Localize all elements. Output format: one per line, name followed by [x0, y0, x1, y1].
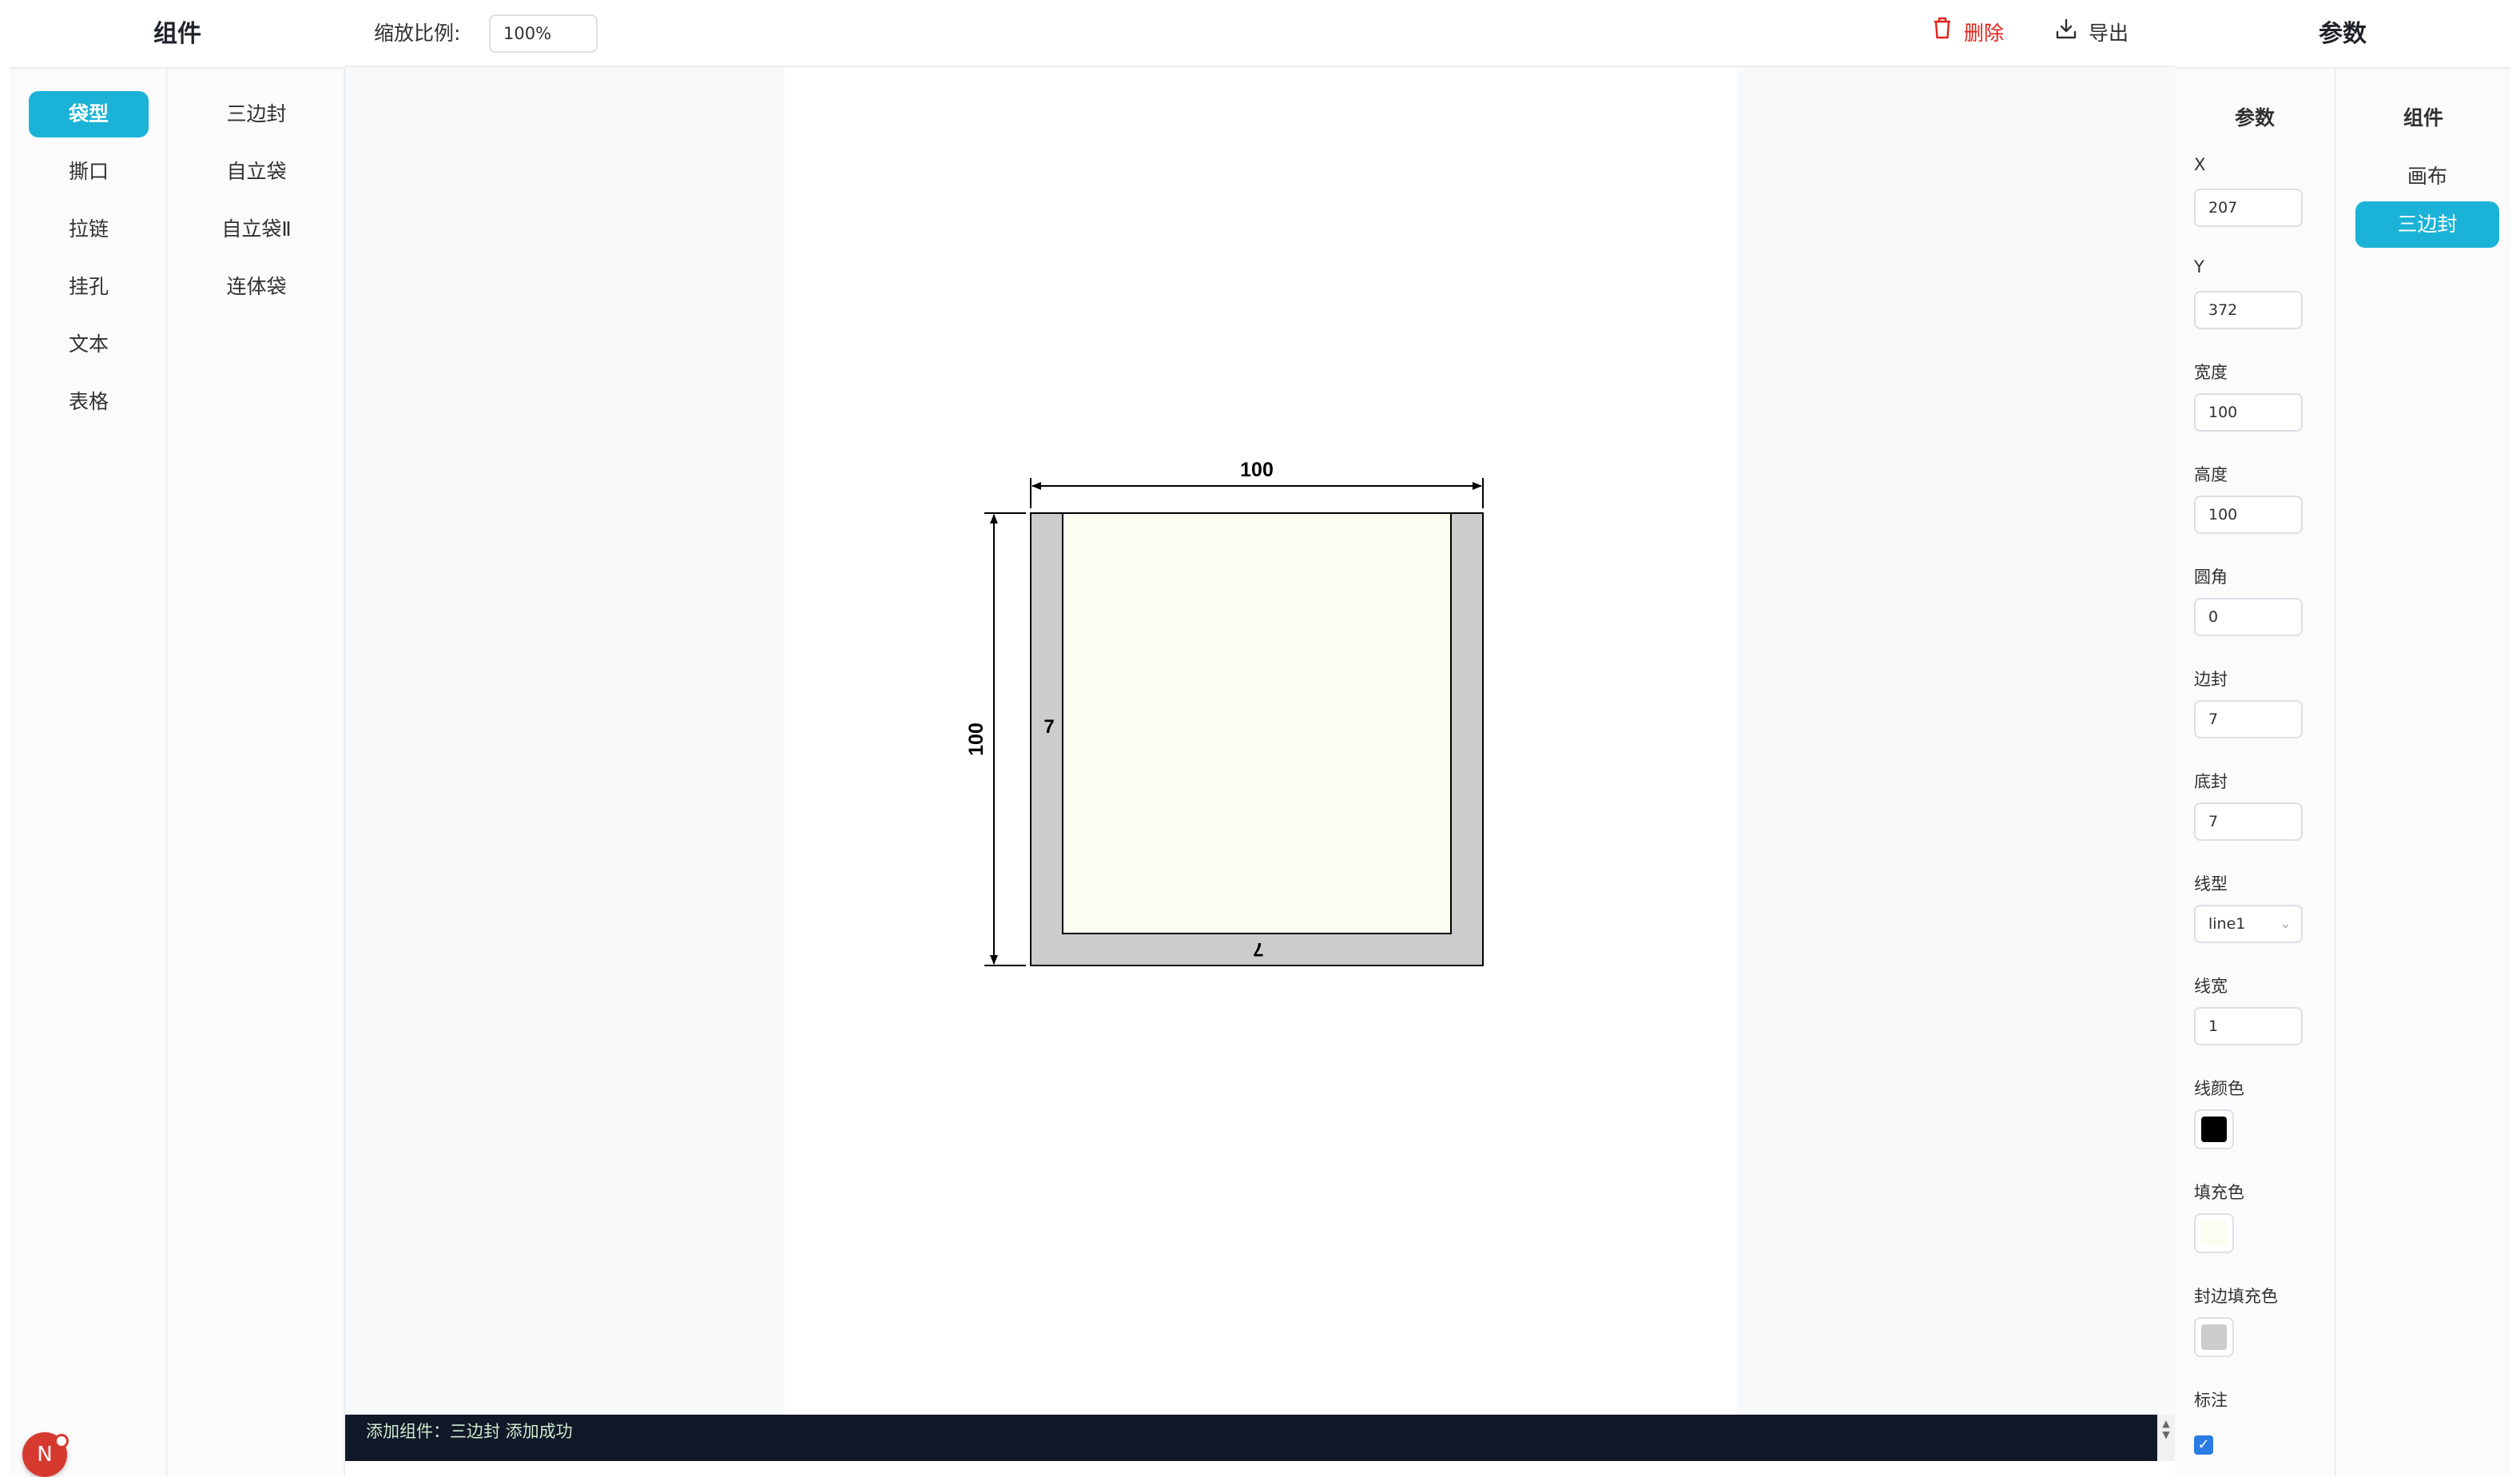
category-tear-notch[interactable]: 撕口 — [29, 149, 149, 195]
fill-color-picker[interactable] — [2194, 1213, 2234, 1253]
height-label: 高度 — [2194, 465, 2228, 484]
width-label: 宽度 — [2194, 363, 2228, 382]
x-input[interactable] — [2194, 189, 2303, 227]
bottom-seal-label: 底封 — [2194, 772, 2228, 791]
line-width-label: 线宽 — [2194, 977, 2228, 996]
component-three-side-seal[interactable]: 三边封 — [2355, 201, 2499, 248]
zoom-label: 缩放比例: — [374, 22, 461, 45]
parameter-column: 参数 X Y 宽度 高度 圆角 边封 底封 线型 line1 ⌄ 线宽 线颜色 … — [2175, 69, 2336, 1476]
side-seal-label: 边封 — [2194, 670, 2228, 689]
toolbar: 缩放比例: 删除 导出 — [345, 0, 2175, 67]
width-dimension-label: 100 — [1240, 459, 1274, 481]
height-dimension-label: 100 — [965, 723, 988, 756]
line-color-label: 线颜色 — [2194, 1079, 2244, 1098]
side-seal-label: 7 — [1043, 716, 1054, 738]
export-button[interactable]: 导出 — [2055, 14, 2128, 53]
category-hang-hole[interactable]: 挂孔 — [29, 264, 149, 310]
height-input[interactable] — [2194, 496, 2303, 534]
bag-connected-pouch[interactable]: 连体袋 — [168, 264, 345, 310]
three-side-seal-drawing[interactable]: 100 100 7 7 — [785, 67, 1737, 1415]
width-input[interactable] — [2194, 393, 2303, 432]
line-color-swatch — [2201, 1117, 2227, 1142]
bag-three-side-seal[interactable]: 三边封 — [168, 91, 345, 137]
category-text[interactable]: 文本 — [29, 321, 149, 368]
corner-radius-input[interactable] — [2194, 598, 2303, 636]
annotation-label: 标注 — [2194, 1391, 2228, 1410]
seal-fill-color-picker[interactable] — [2194, 1317, 2234, 1357]
console-scrollbar[interactable]: ▲ ▼ — [2157, 1415, 2175, 1461]
component-panel-title: 组件 — [10, 0, 345, 69]
corner-radius-label: 圆角 — [2194, 567, 2228, 587]
bottom-seal-input[interactable] — [2194, 802, 2303, 841]
line-width-input[interactable] — [2194, 1007, 2303, 1045]
notification-dot — [54, 1434, 69, 1448]
bottom-seal-label: 7 — [1253, 938, 1263, 960]
line-color-picker[interactable] — [2194, 1109, 2234, 1149]
component-tree-header: 组件 — [2403, 106, 2443, 129]
component-tree-column: 组件 画布 三边封 — [2336, 69, 2510, 1476]
parameter-panel-title: 参数 — [2175, 0, 2510, 69]
category-list: 袋型 撕口 拉链 挂孔 文本 表格 — [10, 69, 168, 1476]
y-label: Y — [2194, 257, 2204, 277]
bag-stand-up-pouch[interactable]: 自立袋 — [168, 149, 345, 195]
annotation-checkbox[interactable]: ✓ — [2194, 1435, 2213, 1455]
canvas-area[interactable]: 100 100 7 7 — [345, 67, 2175, 1415]
category-table[interactable]: 表格 — [29, 379, 149, 425]
delete-label: 删除 — [1964, 22, 2005, 45]
seal-fill-color-swatch — [2201, 1324, 2227, 1350]
console-log: 添加组件：三边封 添加成功 ▲ ▼ — [345, 1415, 2175, 1461]
parameter-column-header: 参数 — [2234, 106, 2275, 129]
x-label: X — [2194, 155, 2206, 174]
fill-color-label: 填充色 — [2194, 1183, 2244, 1202]
bag-type-list: 三边封 自立袋 自立袋Ⅱ 连体袋 — [168, 69, 345, 1476]
line-type-label: 线型 — [2194, 874, 2228, 894]
export-label: 导出 — [2089, 22, 2129, 45]
y-input[interactable] — [2194, 291, 2303, 329]
line-type-select[interactable]: line1 ⌄ — [2194, 905, 2303, 943]
category-bag-type[interactable]: 袋型 — [29, 91, 149, 137]
fill-color-swatch — [2201, 1220, 2227, 1246]
console-message: 添加组件：三边封 添加成功 — [366, 1422, 573, 1441]
seal-fill-color-label: 封边填充色 — [2194, 1287, 2278, 1306]
chevron-down-icon: ⌄ — [2279, 915, 2291, 932]
line-type-value: line1 — [2208, 915, 2246, 933]
delete-button[interactable]: 删除 — [1932, 14, 2004, 53]
trash-icon — [1932, 14, 1953, 53]
component-canvas[interactable]: 画布 — [2355, 153, 2499, 200]
download-icon — [2055, 14, 2077, 53]
component-panel: 组件 袋型 撕口 拉链 挂孔 文本 表格 三边封 自立袋 自立袋Ⅱ 连体袋 — [10, 0, 345, 1476]
zoom-input[interactable] — [489, 14, 598, 53]
canvas-sheet[interactable]: 100 100 7 7 — [785, 67, 1737, 1415]
side-seal-input[interactable] — [2194, 700, 2303, 738]
bag-body[interactable] — [1062, 512, 1452, 934]
category-zipper[interactable]: 拉链 — [29, 206, 149, 253]
bag-stand-up-pouch-2[interactable]: 自立袋Ⅱ — [168, 206, 345, 253]
